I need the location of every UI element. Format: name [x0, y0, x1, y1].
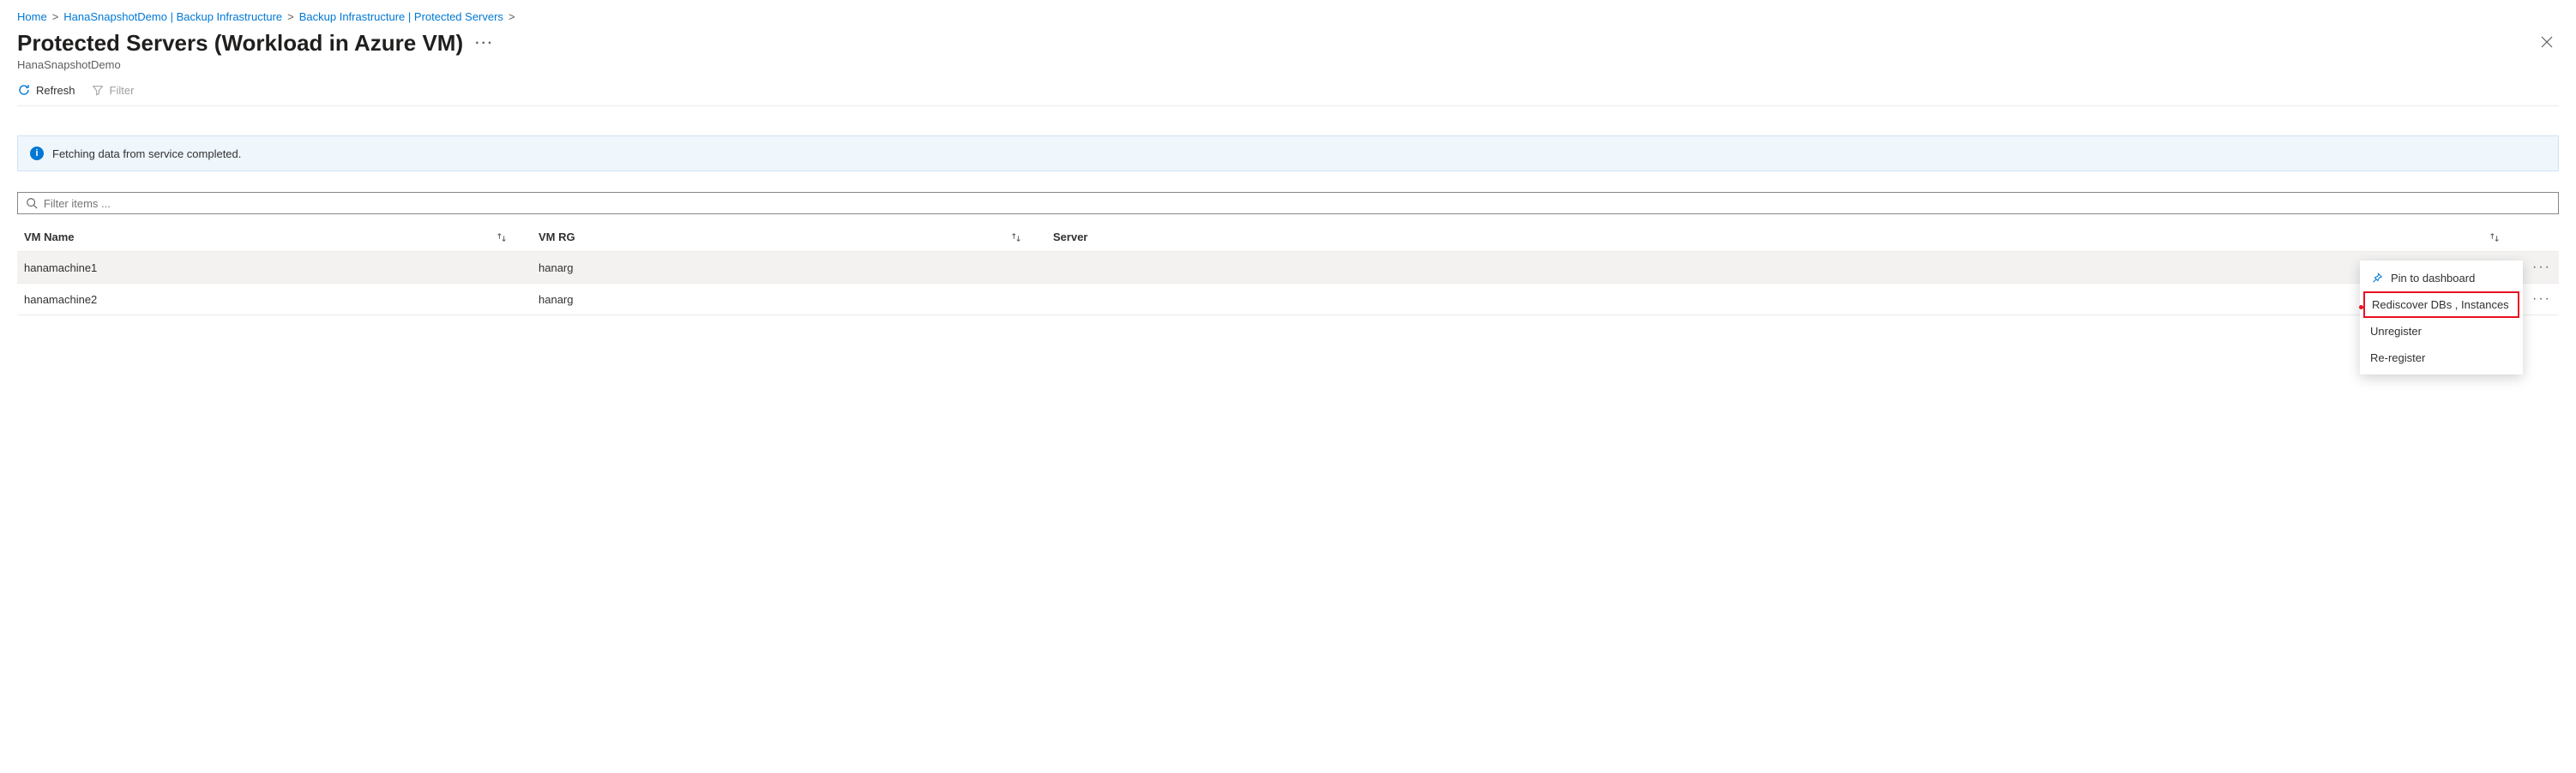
- column-label: Server: [1053, 231, 1087, 243]
- close-button[interactable]: [2535, 30, 2559, 57]
- pin-icon: [2370, 271, 2384, 285]
- table-row[interactable]: hanamachine2 hanarg hanamachine2 ···: [17, 284, 2559, 315]
- column-label: VM RG: [539, 231, 575, 243]
- info-icon: i: [30, 147, 44, 160]
- filter-items-box[interactable]: [17, 192, 2559, 214]
- cell-server: hanamachine1: [1046, 252, 2525, 284]
- page-title-text: Protected Servers (Workload in Azure VM): [17, 30, 463, 57]
- search-icon: [25, 196, 39, 210]
- info-banner-text: Fetching data from service completed.: [52, 147, 241, 160]
- menu-item-label: Unregister: [2370, 325, 2422, 338]
- ellipsis-icon: ···: [2532, 260, 2551, 274]
- cell-vm-name: hanamachine1: [17, 252, 532, 284]
- menu-item-label: Re-register: [2370, 351, 2425, 364]
- row-more-button[interactable]: ···: [2525, 252, 2559, 284]
- menu-item-pin-to-dashboard[interactable]: Pin to dashboard: [2360, 264, 2523, 291]
- cell-server: hanamachine2: [1046, 284, 2525, 315]
- protected-servers-table: VM Name VM RG: [17, 223, 2559, 315]
- filter-items-input[interactable]: [44, 197, 2551, 210]
- menu-item-label: Rediscover DBs , Instances: [2372, 298, 2509, 311]
- close-icon: [2540, 35, 2554, 52]
- sort-icon: [2489, 231, 2501, 243]
- refresh-icon: [17, 83, 31, 97]
- breadcrumb-sep: >: [52, 10, 59, 23]
- toolbar: Refresh Filter: [17, 83, 2559, 106]
- column-label: VM Name: [24, 231, 75, 243]
- refresh-button[interactable]: Refresh: [17, 83, 75, 97]
- breadcrumb-link-home[interactable]: Home: [17, 10, 47, 23]
- menu-item-label: Pin to dashboard: [2391, 272, 2475, 285]
- filter-button[interactable]: Filter: [91, 83, 135, 97]
- breadcrumb: Home > HanaSnapshotDemo | Backup Infrast…: [17, 10, 2559, 23]
- row-context-menu: Pin to dashboard Rediscover DBs , Instan…: [2360, 261, 2523, 375]
- breadcrumb-sep: >: [287, 10, 294, 23]
- column-header-vm-rg[interactable]: VM RG: [532, 223, 1046, 252]
- row-more-button[interactable]: ···: [2525, 284, 2559, 315]
- menu-item-unregister[interactable]: Unregister: [2360, 318, 2523, 345]
- column-header-actions: [2525, 223, 2559, 252]
- column-header-server[interactable]: Server: [1046, 223, 2525, 252]
- sort-icon: [1010, 231, 1022, 243]
- filter-icon: [91, 83, 105, 97]
- highlight-dot-icon: [2359, 305, 2363, 309]
- breadcrumb-link-protected-servers[interactable]: Backup Infrastructure | Protected Server…: [299, 10, 503, 23]
- cell-vm-rg: hanarg: [532, 252, 1046, 284]
- ellipsis-icon: ···: [2532, 291, 2551, 306]
- breadcrumb-link-resource[interactable]: HanaSnapshotDemo | Backup Infrastructure: [63, 10, 282, 23]
- cell-vm-rg: hanarg: [532, 284, 1046, 315]
- table-row[interactable]: hanamachine1 hanarg hanamachine1 ···: [17, 252, 2559, 284]
- breadcrumb-sep: >: [509, 10, 515, 23]
- filter-label: Filter: [110, 84, 135, 97]
- refresh-label: Refresh: [36, 84, 75, 97]
- page-subtitle: HanaSnapshotDemo: [17, 58, 494, 71]
- menu-item-re-register[interactable]: Re-register: [2360, 345, 2523, 371]
- page-title: Protected Servers (Workload in Azure VM)…: [17, 30, 494, 57]
- cell-vm-name: hanamachine2: [17, 284, 532, 315]
- sort-icon: [496, 231, 508, 243]
- column-header-vm-name[interactable]: VM Name: [17, 223, 532, 252]
- menu-item-rediscover-dbs[interactable]: Rediscover DBs , Instances: [2363, 291, 2519, 318]
- title-more-icon[interactable]: ···: [475, 36, 494, 51]
- info-banner: i Fetching data from service completed.: [17, 135, 2559, 171]
